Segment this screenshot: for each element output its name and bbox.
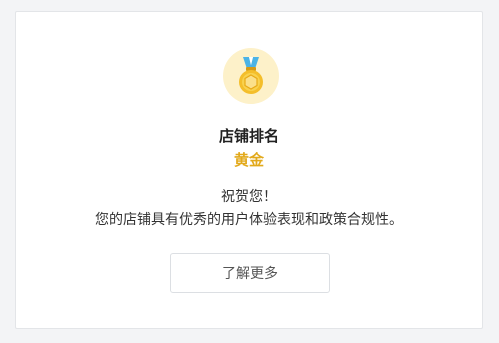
learn-more-button[interactable]: 了解更多 xyxy=(170,253,330,293)
medal-badge xyxy=(223,48,279,104)
card-title: 店铺排名 xyxy=(218,127,279,145)
rank-level: 黄金 xyxy=(233,151,264,169)
description-text: 您的店铺具有优秀的用户体验表现和政策合规性。 xyxy=(95,212,403,228)
learn-more-label: 了解更多 xyxy=(222,266,278,282)
gold-medal-icon xyxy=(239,57,263,94)
store-ranking-card: 店铺排名 黄金 祝贺您！ 您的店铺具有优秀的用户体验表现和政策合规性。 了解更多 xyxy=(15,11,483,329)
congrats-text: 祝贺您！ xyxy=(221,189,277,205)
